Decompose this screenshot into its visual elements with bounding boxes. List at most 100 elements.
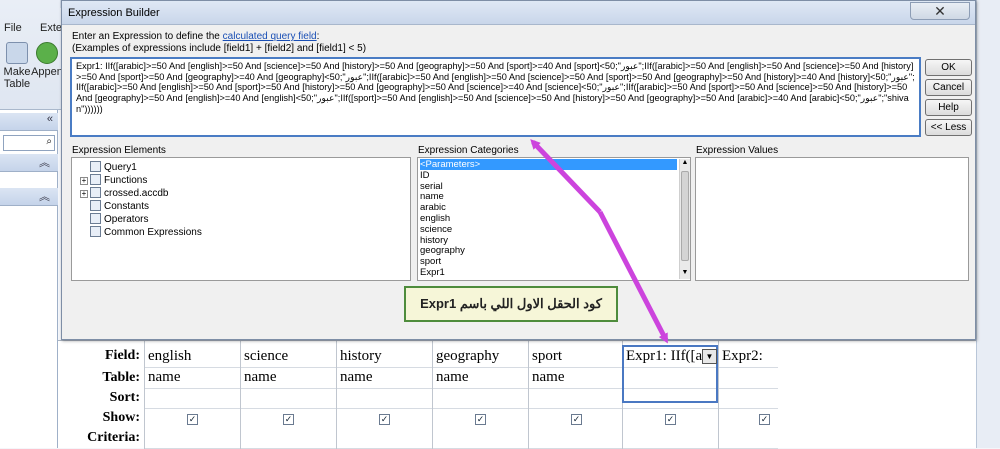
tree-item-label: Constants <box>104 201 150 212</box>
category-item[interactable]: Expr1 <box>420 267 677 278</box>
row-label-field: Field: <box>105 348 140 363</box>
tree-item[interactable]: + Functions <box>80 174 147 186</box>
table-cell[interactable]: name <box>145 369 240 389</box>
criteria-cell[interactable] <box>529 429 622 449</box>
sort-cell[interactable] <box>719 389 778 409</box>
category-item[interactable]: serial <box>420 181 677 192</box>
row-label-show: Show: <box>102 410 140 425</box>
field-cell[interactable]: english <box>145 348 240 368</box>
cancel-button[interactable]: Cancel <box>925 79 972 96</box>
table-cell[interactable]: name <box>337 369 432 389</box>
scroll-thumb[interactable] <box>681 171 689 261</box>
row-label-sort: Sort: <box>109 390 140 405</box>
criteria-cell[interactable] <box>719 429 778 449</box>
annotation-callout: كود الحقل الاول اللي باسم Expr1 <box>404 286 618 322</box>
tree-item[interactable]: Query1 <box>80 161 137 173</box>
field-cell[interactable]: Expr2: <box>719 348 778 368</box>
nav-pane-header[interactable]: « <box>0 113 58 131</box>
criteria-cell[interactable] <box>337 429 432 449</box>
tab-file[interactable]: File <box>4 22 22 34</box>
examples-text: (Examples of expressions include [field1… <box>72 43 367 54</box>
tree-item[interactable]: Operators <box>80 213 148 225</box>
criteria-cell[interactable] <box>433 429 528 449</box>
show-checkbox[interactable]: ✓ <box>759 414 770 425</box>
category-item[interactable]: arabic <box>420 202 677 213</box>
sort-cell[interactable] <box>337 389 432 409</box>
right-scroll-area <box>976 0 1000 448</box>
sort-cell[interactable] <box>241 389 336 409</box>
criteria-cell[interactable] <box>241 429 336 449</box>
table-cell[interactable]: name <box>433 369 528 389</box>
sort-cell[interactable] <box>529 389 622 409</box>
expression-categories-list[interactable]: <Parameters> ID serial name arabic english sci… <box>417 157 691 281</box>
category-item[interactable]: geography <box>420 245 677 256</box>
append-label: Appen <box>31 66 63 78</box>
expand-icon[interactable]: + <box>80 190 88 198</box>
close-button[interactable]: ✕ <box>910 2 970 20</box>
category-item[interactable]: name <box>420 191 677 202</box>
operators-icon <box>90 213 101 224</box>
collapse-chevron-icon: ︽ <box>39 191 50 203</box>
table-cell[interactable]: name <box>529 369 622 389</box>
close-icon: ✕ <box>934 3 946 19</box>
query-icon <box>90 161 101 172</box>
elements-label: Expression Elements <box>72 145 166 156</box>
category-item[interactable]: ID <box>420 170 677 181</box>
common-expressions-icon <box>90 226 101 237</box>
sort-cell[interactable] <box>145 389 240 409</box>
show-checkbox[interactable]: ✓ <box>187 414 198 425</box>
show-checkbox[interactable]: ✓ <box>379 414 390 425</box>
expression-elements-tree[interactable]: Query1 + Functions + crossed.accdb Constants O… <box>71 157 411 281</box>
table-cell[interactable] <box>719 369 778 389</box>
category-item[interactable]: science <box>420 224 677 235</box>
expression-values-list[interactable] <box>695 157 969 281</box>
instruction-text: Enter an Expression to define the calcul… <box>72 31 319 42</box>
make-table-icon <box>6 42 28 64</box>
sort-cell[interactable] <box>433 389 528 409</box>
calculated-field-link[interactable]: calculated query field <box>223 31 317 42</box>
nav-collapse-icon[interactable]: « <box>47 113 58 125</box>
table-cell[interactable]: name <box>241 369 336 389</box>
category-item[interactable]: <Parameters> <box>420 159 677 170</box>
expand-icon[interactable]: + <box>80 177 88 185</box>
category-item[interactable]: sport <box>420 256 677 267</box>
scroll-up-icon[interactable]: ▲ <box>680 159 690 169</box>
criteria-cell[interactable] <box>145 429 240 449</box>
make-table-button[interactable]: Make Table <box>0 40 34 94</box>
category-item[interactable]: english <box>420 213 677 224</box>
nav-group-header-2[interactable]: ︽ <box>0 188 58 206</box>
tree-item[interactable]: + crossed.accdb <box>80 187 168 199</box>
expression-textarea[interactable]: Expr1: IIf([arabic]>=50 And [english]>=5… <box>70 57 921 137</box>
tab-external[interactable]: Exte <box>40 22 62 34</box>
field-cell[interactable]: geography <box>433 348 528 368</box>
append-icon <box>36 42 58 64</box>
scroll-down-icon[interactable]: ▼ <box>680 269 690 279</box>
chevron-down-icon: ▼ <box>705 352 714 361</box>
category-item[interactable]: history <box>420 235 677 246</box>
nav-search-input[interactable]: ⌕ <box>3 135 55 151</box>
grid-column: english name ✓ <box>144 341 240 449</box>
less-button[interactable]: << Less <box>925 119 972 136</box>
ok-button[interactable]: OK <box>925 59 972 76</box>
field-cell[interactable]: history <box>337 348 432 368</box>
grid-column: geography name ✓ <box>432 341 528 449</box>
field-cell[interactable]: sport <box>529 348 622 368</box>
tree-item[interactable]: Constants <box>80 200 149 212</box>
show-checkbox[interactable]: ✓ <box>283 414 294 425</box>
criteria-cell[interactable] <box>623 429 718 449</box>
database-icon <box>90 187 101 198</box>
tree-item-label: Query1 <box>104 162 137 173</box>
field-dropdown-button[interactable]: ▼ <box>702 349 717 364</box>
nav-group-header-1[interactable]: ︽ <box>0 154 58 172</box>
field-cell[interactable]: science <box>241 348 336 368</box>
categories-scrollbar[interactable]: ▲ ▼ <box>679 159 690 279</box>
append-button[interactable]: Appen <box>30 40 64 94</box>
show-checkbox[interactable]: ✓ <box>475 414 486 425</box>
tree-item-label: Functions <box>104 175 148 186</box>
tree-item[interactable]: Common Expressions <box>80 226 202 238</box>
show-checkbox[interactable]: ✓ <box>665 414 676 425</box>
row-label-criteria: Criteria: <box>87 430 140 445</box>
show-checkbox[interactable]: ✓ <box>571 414 582 425</box>
help-button[interactable]: Help <box>925 99 972 116</box>
functions-icon <box>90 174 101 185</box>
